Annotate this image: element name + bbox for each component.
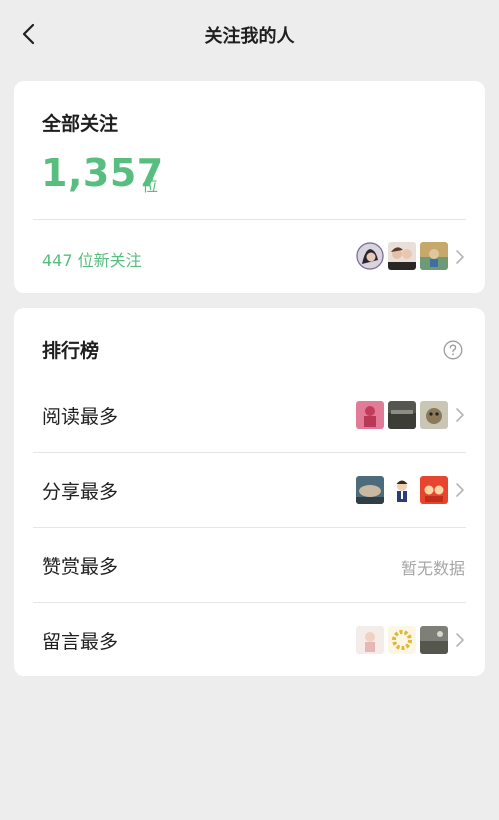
ranking-row-label: 赞赏最多 (42, 556, 119, 578)
new-followers-label: 447 位新关注 (42, 251, 142, 270)
ranking-row-label: 留言最多 (42, 631, 119, 653)
ranking-card: 排行榜 阅读最多 分享最多 赞赏最多 暂无数据 留言最多 (14, 308, 485, 676)
chevron-right-icon (456, 483, 464, 497)
ranking-row-avatars (356, 401, 448, 429)
ranking-row-most-commented[interactable]: 留言最多 (14, 603, 485, 677)
no-data-text: 暂无数据 (400, 559, 465, 578)
avatar (388, 476, 416, 504)
ranking-row-avatars (356, 626, 448, 654)
page-title: 关注我的人 (204, 26, 295, 47)
ranking-row-most-read[interactable]: 阅读最多 (14, 378, 485, 452)
new-followers-row[interactable]: 447 位新关注 (14, 220, 485, 293)
avatar (420, 476, 448, 504)
ranking-row-label: 分享最多 (42, 481, 119, 503)
avatar (388, 626, 416, 654)
avatar (388, 401, 416, 429)
avatar (420, 242, 448, 270)
follower-count-unit: 位 (142, 176, 159, 195)
followers-card: 全部关注 1,357 位 447 位新关注 (14, 81, 485, 293)
avatar (356, 401, 384, 429)
chevron-right-icon (456, 408, 464, 422)
new-followers-avatars (356, 242, 448, 270)
ranking-section-title: 排行榜 (42, 340, 100, 362)
avatar (388, 242, 416, 270)
chevron-right-icon (456, 250, 464, 264)
question-circle-icon[interactable] (443, 340, 463, 360)
avatar (420, 626, 448, 654)
avatar (356, 242, 384, 270)
top-bar: 关注我的人 (0, 0, 499, 70)
followers-section-title: 全部关注 (42, 113, 119, 135)
ranking-row-most-appreciated: 赞赏最多 暂无数据 (14, 528, 485, 602)
avatar (420, 401, 448, 429)
ranking-row-avatars (356, 476, 448, 504)
ranking-row-label: 阅读最多 (42, 406, 119, 428)
ranking-row-most-shared[interactable]: 分享最多 (14, 453, 485, 527)
avatar (356, 626, 384, 654)
avatar (356, 476, 384, 504)
chevron-right-icon (456, 633, 464, 647)
